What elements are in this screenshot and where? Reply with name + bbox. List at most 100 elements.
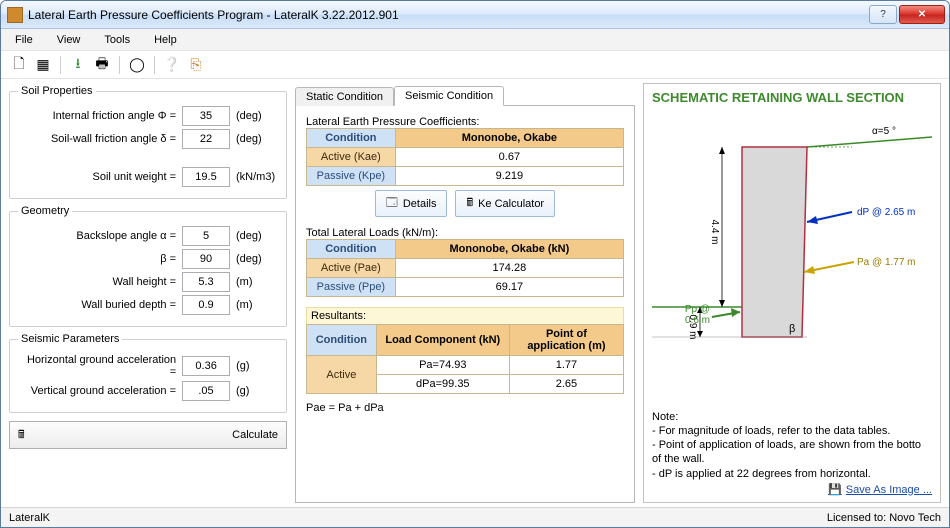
kae-value: 0.67: [395, 148, 623, 167]
menu-tools[interactable]: Tools: [100, 32, 134, 48]
menubar: File View Tools Help: [1, 29, 949, 51]
depth-label: Wall buried depth =: [81, 299, 176, 311]
height-input[interactable]: [182, 272, 230, 292]
exit-icon[interactable]: ⎘: [186, 55, 206, 75]
kv-input[interactable]: [182, 381, 230, 401]
help-icon[interactable]: ❔: [162, 55, 182, 75]
kv-label: Vertical ground acceleration =: [31, 385, 176, 397]
res-dpa: dPa=99.35: [376, 375, 509, 394]
depth-unit: (m): [236, 299, 278, 311]
resultants-table: Condition Load Component (kN) Point of a…: [306, 324, 624, 394]
res-dpa-h: 2.65: [509, 375, 623, 394]
menu-view[interactable]: View: [53, 32, 85, 48]
tab-static[interactable]: Static Condition: [295, 87, 394, 106]
soil-legend: Soil Properties: [18, 85, 96, 97]
separator: [154, 56, 155, 74]
kecalc-label: Ke Calculator: [478, 198, 544, 210]
loads-title: Total Lateral Loads (kN/m):: [306, 227, 624, 239]
statusbar: LateralK Licensed to: Novo Tech: [1, 507, 949, 527]
status-right: Licensed to: Novo Tech: [827, 512, 941, 524]
kh-label: Horizontal ground acceleration =: [18, 354, 176, 378]
coeffs-table: Condition Mononobe, Okabe Active (Kae) 0…: [306, 128, 624, 186]
export-icon[interactable]: ⭳: [68, 55, 88, 75]
calculate-button[interactable]: 🖩 Calculate: [9, 421, 287, 449]
svg-text:α=5 °: α=5 °: [872, 126, 896, 137]
height-unit: (m): [236, 276, 278, 288]
svg-text:Pa @ 1.77 m: Pa @ 1.77 m: [857, 257, 916, 268]
phi-input[interactable]: [182, 106, 230, 126]
close-button[interactable]: ✕: [899, 5, 945, 24]
kpe-label: Passive (Kpe): [307, 167, 396, 186]
toolbar: 🗋 ▦ ⭳ 🖶 ◯ ❔ ⎘: [1, 51, 949, 79]
alpha-label: Backslope angle α =: [76, 230, 176, 242]
res-pa-h: 1.77: [509, 356, 623, 375]
resultants-title: Resultants:: [306, 307, 624, 324]
schematic-svg: 4.4 m 0.9 m α=5 ° dP @ 2.65 m Pa @ 1.77: [652, 112, 932, 352]
resultants-footnote: Pae = Pa + dPa: [306, 402, 624, 414]
height-label: Wall height =: [113, 276, 177, 288]
menu-file[interactable]: File: [11, 32, 37, 48]
beta-unit: (deg): [236, 253, 278, 265]
tab-seismic[interactable]: Seismic Condition: [394, 86, 504, 106]
separator: [60, 56, 61, 74]
svg-text:Pp @: Pp @: [685, 304, 710, 315]
pae-value: 174.28: [395, 259, 623, 278]
note3: - dP is applied at 22 degrees from horiz…: [652, 467, 932, 481]
print-icon[interactable]: 🖶: [92, 55, 112, 75]
delta-label: Soil-wall friction angle δ =: [51, 133, 176, 145]
phi-unit: (deg): [236, 110, 278, 122]
details-button[interactable]: 🗔 Details: [375, 190, 448, 217]
ppe-label: Passive (Ppe): [307, 278, 396, 297]
delta-input[interactable]: [182, 129, 230, 149]
beta-input[interactable]: [182, 249, 230, 269]
res-poa-hdr: Point of application (m): [509, 325, 623, 356]
schematic-title: SCHEMATIC RETAINING WALL SECTION: [652, 90, 932, 106]
kh-unit: (g): [236, 360, 278, 372]
depth-input[interactable]: [182, 295, 230, 315]
alpha-input[interactable]: [182, 226, 230, 246]
ppe-value: 69.17: [395, 278, 623, 297]
separator: [119, 56, 120, 74]
loads-method-hdr: Mononobe, Okabe (kN): [395, 240, 623, 259]
coeffs-cond-hdr: Condition: [307, 129, 396, 148]
calculator-icon: 🖩: [18, 426, 25, 445]
help-button[interactable]: ?: [869, 5, 897, 24]
color-icon[interactable]: ◯: [127, 55, 147, 75]
res-pa: Pa=74.93: [376, 356, 509, 375]
kpe-value: 9.219: [395, 167, 623, 186]
svg-text:0.6 m: 0.6 m: [685, 315, 710, 326]
note1: - For magnitude of loads, refer to the d…: [652, 424, 932, 438]
calculate-label: Calculate: [232, 429, 278, 441]
gamma-unit: (kN/m3): [236, 171, 278, 183]
geometry-group: Geometry Backslope angle α = (deg) β = (…: [9, 205, 287, 327]
gamma-input[interactable]: [182, 167, 230, 187]
coeffs-method-hdr: Mononobe, Okabe: [395, 129, 623, 148]
seismic-legend: Seismic Parameters: [18, 333, 122, 345]
save-icon: 💾: [828, 483, 842, 496]
soil-properties-group: Soil Properties Internal friction angle …: [9, 85, 287, 199]
kae-label: Active (Kae): [307, 148, 396, 167]
tab-body: Lateral Earth Pressure Coefficients: Con…: [295, 105, 635, 503]
menu-help[interactable]: Help: [150, 32, 181, 48]
beta-label: β =: [160, 253, 176, 265]
svg-text:dP @ 2.65 m: dP @ 2.65 m: [857, 207, 915, 218]
save-label: Save As Image ...: [846, 484, 932, 496]
schematic-panel: SCHEMATIC RETAINING WALL SECTION 4.4 m: [643, 83, 941, 503]
pae-label: Active (Pae): [307, 259, 396, 278]
calculator-icon: 🖩: [466, 194, 473, 213]
app-icon: [7, 7, 23, 23]
kh-input[interactable]: [182, 356, 230, 376]
grid-icon[interactable]: ▦: [33, 55, 53, 75]
geometry-legend: Geometry: [18, 205, 72, 217]
gamma-label: Soil unit weight =: [93, 171, 176, 183]
save-as-image-link[interactable]: 💾 Save As Image ...: [652, 483, 932, 496]
window-title: Lateral Earth Pressure Coefficients Prog…: [28, 8, 399, 22]
seismic-params-group: Seismic Parameters Horizontal ground acc…: [9, 333, 287, 413]
svg-text:4.4 m: 4.4 m: [709, 220, 720, 245]
delta-unit: (deg): [236, 133, 278, 145]
ke-calculator-button[interactable]: 🖩 Ke Calculator: [455, 190, 555, 217]
alpha-unit: (deg): [236, 230, 278, 242]
res-comp-hdr: Load Component (kN): [376, 325, 509, 356]
new-icon[interactable]: 🗋: [9, 55, 29, 75]
details-label: Details: [403, 198, 437, 210]
